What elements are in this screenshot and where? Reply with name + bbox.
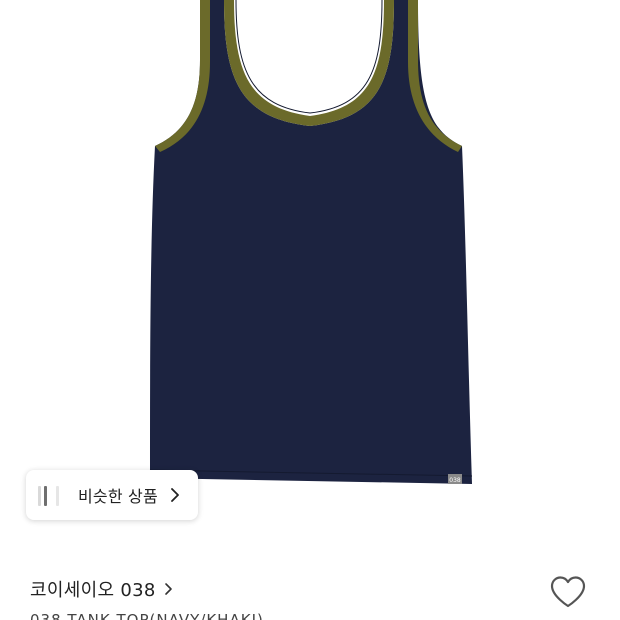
garment-tag-text: 038 — [449, 477, 461, 484]
similar-products-button[interactable]: 비슷한 상품 — [26, 470, 198, 520]
heart-outline-icon — [549, 575, 587, 613]
chevron-right-icon — [168, 488, 182, 502]
wishlist-button[interactable] — [546, 574, 590, 614]
similar-products-thumbnail — [30, 470, 64, 520]
tank-top-body — [150, 0, 472, 484]
tank-top-illustration: 038 — [149, 0, 473, 484]
product-image[interactable]: 038 — [0, 0, 620, 540]
brand-link[interactable]: 코이세이오 038 — [30, 576, 176, 602]
product-title: 038 TANK TOP(NAVY/KHAKI) — [30, 611, 264, 620]
similar-products-label: 비슷한 상품 — [78, 487, 158, 506]
chevron-right-icon — [164, 582, 176, 596]
product-detail-page: 038 비슷한 상품 코이세이오 038 038 TANK TOP(NAVY/K… — [0, 0, 620, 620]
brand-name: 코이세이오 038 — [30, 580, 156, 601]
